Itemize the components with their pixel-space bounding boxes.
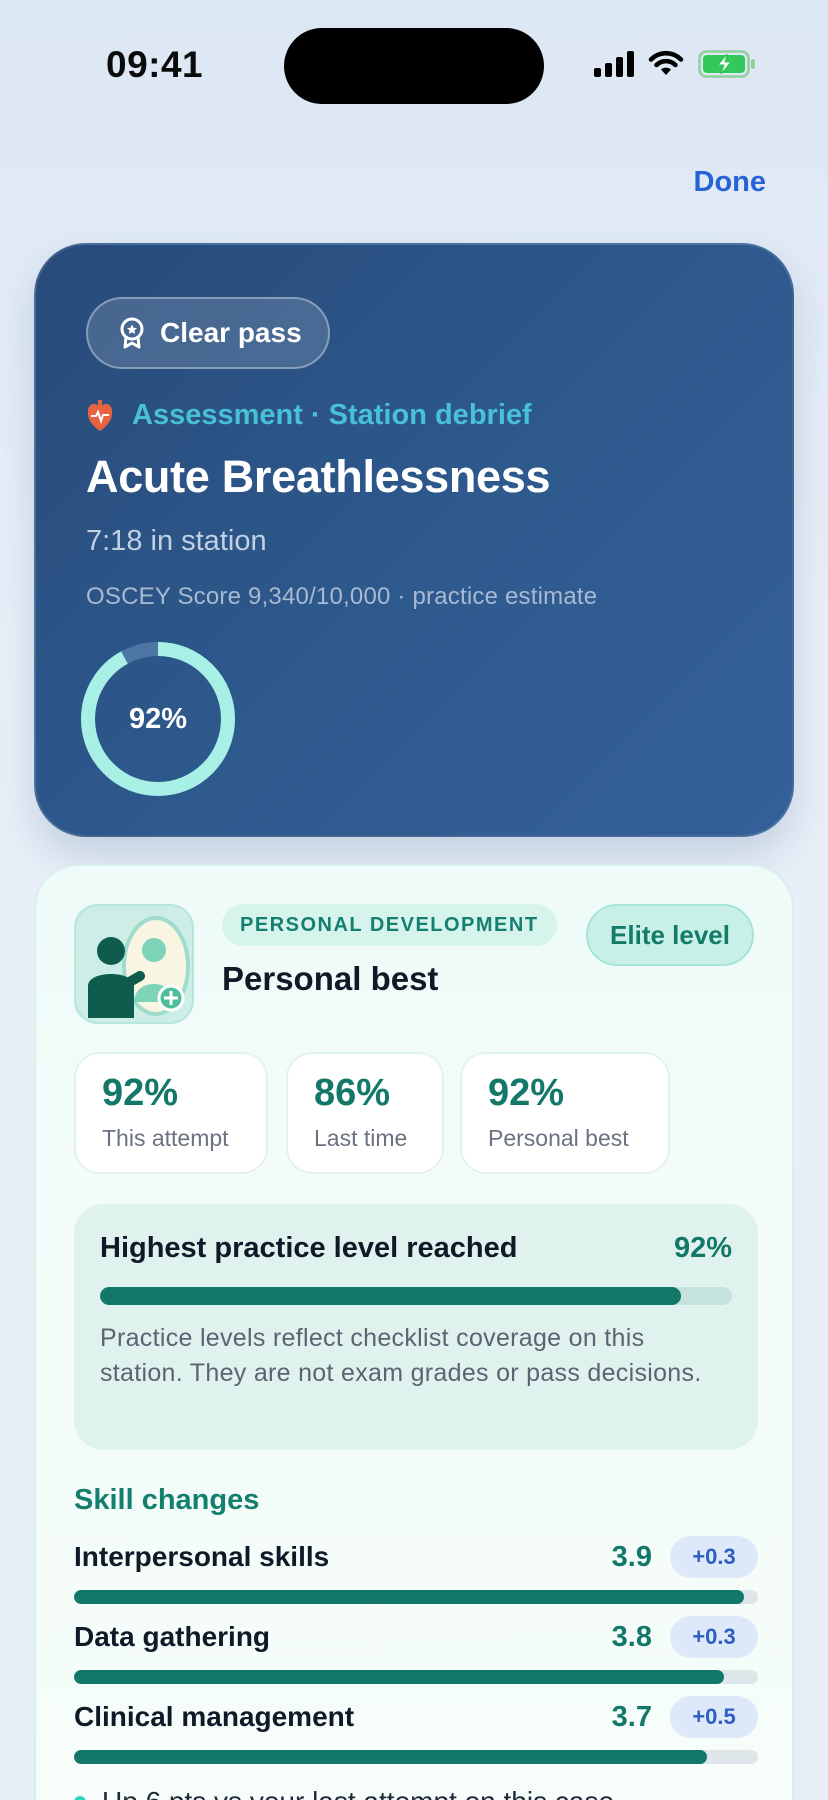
skill-name: Interpersonal skills (74, 1541, 330, 1572)
stat-card-this-attempt: 92% This attempt (74, 1052, 268, 1174)
skill-row-clinical-management: Clinical management 3.7 +0.5 (74, 1696, 758, 1764)
screen: 09:41 Done Clear pass Assessment · Stati… (0, 0, 828, 1800)
skill-delta-badge: +0.3 (670, 1536, 758, 1578)
status-icons (594, 50, 756, 78)
cellular-signal-icon (594, 51, 634, 77)
development-title: Personal best (222, 960, 439, 997)
improvement-note: Up 6 pts vs your last attempt on this ca… (74, 1786, 614, 1800)
improvement-note-text: Up 6 pts vs your last attempt on this ca… (102, 1786, 614, 1800)
mirror-avatar-icon (74, 904, 194, 1024)
dynamic-island (284, 28, 544, 104)
done-button[interactable]: Done (694, 166, 767, 199)
skill-score: 3.7 (611, 1700, 652, 1733)
skill-delta-badge: +0.5 (670, 1696, 758, 1738)
skill-score: 3.9 (611, 1540, 652, 1573)
stat-label: This attempt (102, 1125, 229, 1151)
development-tag: PERSONAL DEVELOPMENT (222, 904, 557, 946)
status-time: 09:41 (106, 44, 204, 85)
skill-bar-fill (74, 1670, 724, 1684)
station-eyebrow: Assessment · Station debrief (86, 397, 532, 433)
skill-bar (74, 1670, 758, 1684)
station-result-card: Clear pass Assessment · Station debrief … (34, 243, 794, 837)
oscey-score: OSCEY Score 9,340/10,000 · practice esti… (86, 583, 598, 610)
skill-bar-fill (74, 1590, 745, 1604)
stat-value: 92% (488, 1072, 565, 1114)
stat-label: Last time (314, 1125, 408, 1151)
score-ring: 92% (78, 639, 238, 799)
skill-name: Data gathering (74, 1621, 271, 1652)
skill-row-data-gathering: Data gathering 3.8 +0.3 (74, 1616, 758, 1684)
practice-level-value: 92% (673, 1232, 732, 1264)
practice-level-title: Highest practice level reached (100, 1232, 518, 1264)
skill-changes-heading: Skill changes (74, 1484, 260, 1516)
bullet-dot-icon (74, 1796, 86, 1800)
battery-charging-icon (698, 50, 755, 78)
stat-value: 92% (102, 1072, 179, 1114)
practice-level-panel: Highest practice level reached 92% Pract… (74, 1204, 758, 1450)
level-badge: Elite level (586, 904, 754, 966)
score-ring-label: 92% (128, 702, 188, 735)
heart-icon (87, 400, 113, 431)
personal-development-card: PERSONAL DEVELOPMENT Personal best Elite… (34, 864, 794, 1800)
stat-card-last-time: 86% Last time (286, 1052, 444, 1174)
skill-score: 3.8 (611, 1620, 652, 1653)
time-in-station: 7:18 in station (86, 525, 267, 557)
station-eyebrow-label: Assessment · Station debrief (132, 398, 532, 431)
stat-label: Personal best (488, 1125, 629, 1151)
skill-bar (74, 1750, 758, 1764)
skill-delta-badge: +0.3 (670, 1616, 758, 1658)
wifi-icon (648, 51, 684, 75)
stat-card-personal-best: 92% Personal best (460, 1052, 670, 1174)
result-badge-label: Clear pass (160, 317, 302, 348)
practice-level-note: Practice levels reflect checklist covera… (100, 1324, 702, 1387)
stat-value: 86% (314, 1072, 391, 1114)
result-badge: Clear pass (86, 297, 330, 369)
practice-level-bar (100, 1287, 732, 1305)
station-title: Acute Breathlessness (86, 451, 551, 502)
award-icon (120, 317, 144, 349)
skill-bar (74, 1590, 758, 1604)
skill-name: Clinical management (74, 1701, 355, 1732)
skill-row-interpersonal: Interpersonal skills 3.9 +0.3 (74, 1536, 758, 1604)
practice-level-bar-fill (100, 1287, 682, 1305)
skill-bar-fill (74, 1750, 707, 1764)
